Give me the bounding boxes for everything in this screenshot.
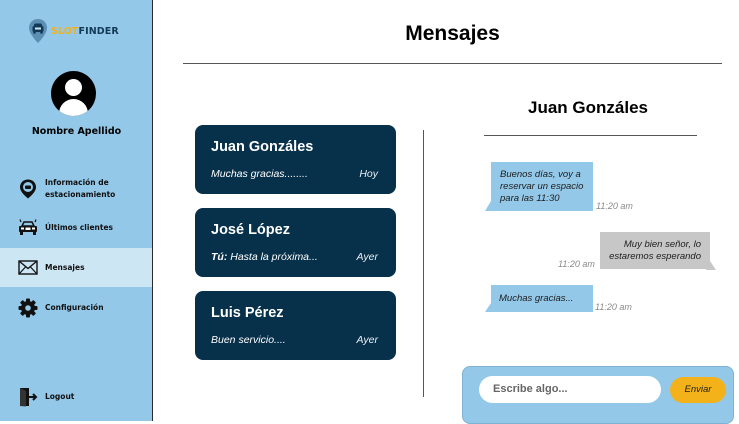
message-bubble-incoming: Buenos días, voy a reservar un espacio par…	[491, 162, 593, 211]
message-bubble-outgoing: Muy bien señor, lo estaremos esperando	[600, 232, 710, 269]
message-time: 11:20 am	[596, 201, 633, 211]
conversation-preview: Muchas gracias........	[211, 168, 308, 180]
bubble-tail	[485, 303, 495, 312]
gear-icon	[18, 298, 38, 318]
sidebar-item-settings[interactable]: Configuración	[0, 296, 152, 320]
message-bubble-incoming: Muchas gracias...	[491, 285, 593, 312]
chat-title-divider	[484, 135, 697, 136]
sidebar-item-label: Configuración	[45, 303, 104, 312]
logo-wordmark: SLOTFINDER	[51, 25, 119, 37]
logout-label: Logout	[45, 392, 75, 401]
chat-contact-name: Juan Gonzáles	[528, 98, 648, 117]
sender-prefix: Tú:	[211, 251, 228, 263]
car-icon	[18, 218, 38, 238]
conversation-name: Juan Gonzáles	[211, 139, 314, 155]
bubble-tail	[706, 261, 716, 270]
logout-icon	[18, 387, 38, 407]
app-logo[interactable]: SLOTFINDER	[28, 18, 119, 44]
logout-button[interactable]: Logout	[0, 385, 152, 409]
avatar-head	[65, 79, 82, 96]
sidebar-item-label: Mensajes	[45, 262, 85, 272]
map-pin-icon	[28, 18, 48, 44]
conversation-card[interactable]: Luis Pérez Buen servicio.... Ayer	[195, 291, 396, 360]
conversation-preview: Tú: Hasta la próxima...	[211, 251, 318, 263]
mail-icon	[18, 258, 38, 278]
bubble-tail	[485, 201, 495, 211]
page-title: Mensajes	[405, 22, 500, 45]
conversation-name: José López	[211, 222, 290, 238]
sidebar-item-parking-info[interactable]: Información de estacionamiento	[0, 174, 152, 204]
conversation-card[interactable]: Juan Gonzáles Muchas gracias........ Hoy	[195, 125, 396, 194]
avatar-body	[59, 99, 88, 116]
sidebar-item-messages[interactable]: Mensajes	[0, 248, 152, 287]
message-time: 11:20 am	[595, 302, 632, 312]
conversation-time: Ayer	[356, 251, 379, 263]
column-divider	[423, 130, 424, 397]
user-name: Nombre Apellido	[31, 126, 122, 137]
conversation-name: Luis Pérez	[211, 305, 284, 321]
conversation-card[interactable]: José López Tú: Hasta la próxima... Ayer	[195, 208, 396, 277]
sidebar-item-label: Últimos clientes	[45, 223, 114, 232]
message-input[interactable]: Escribe algo...	[479, 376, 661, 403]
send-button[interactable]: Enviar	[670, 377, 726, 403]
avatar[interactable]	[51, 71, 96, 116]
conversation-time: Ayer	[356, 334, 379, 346]
sidebar-item-label: Información de estacionamiento	[45, 178, 116, 199]
sidebar-item-last-clients[interactable]: Últimos clientes	[0, 216, 152, 240]
sidebar: SLOTFINDER Nombre Apellido Información d…	[0, 0, 153, 421]
message-time: 11:20 am	[558, 259, 595, 269]
title-divider	[183, 63, 722, 64]
parking-pin-icon	[18, 179, 38, 199]
conversation-preview: Buen servicio....	[211, 334, 286, 346]
conversation-time: Hoy	[359, 168, 378, 180]
message-composer: Escribe algo... Enviar	[462, 366, 734, 424]
